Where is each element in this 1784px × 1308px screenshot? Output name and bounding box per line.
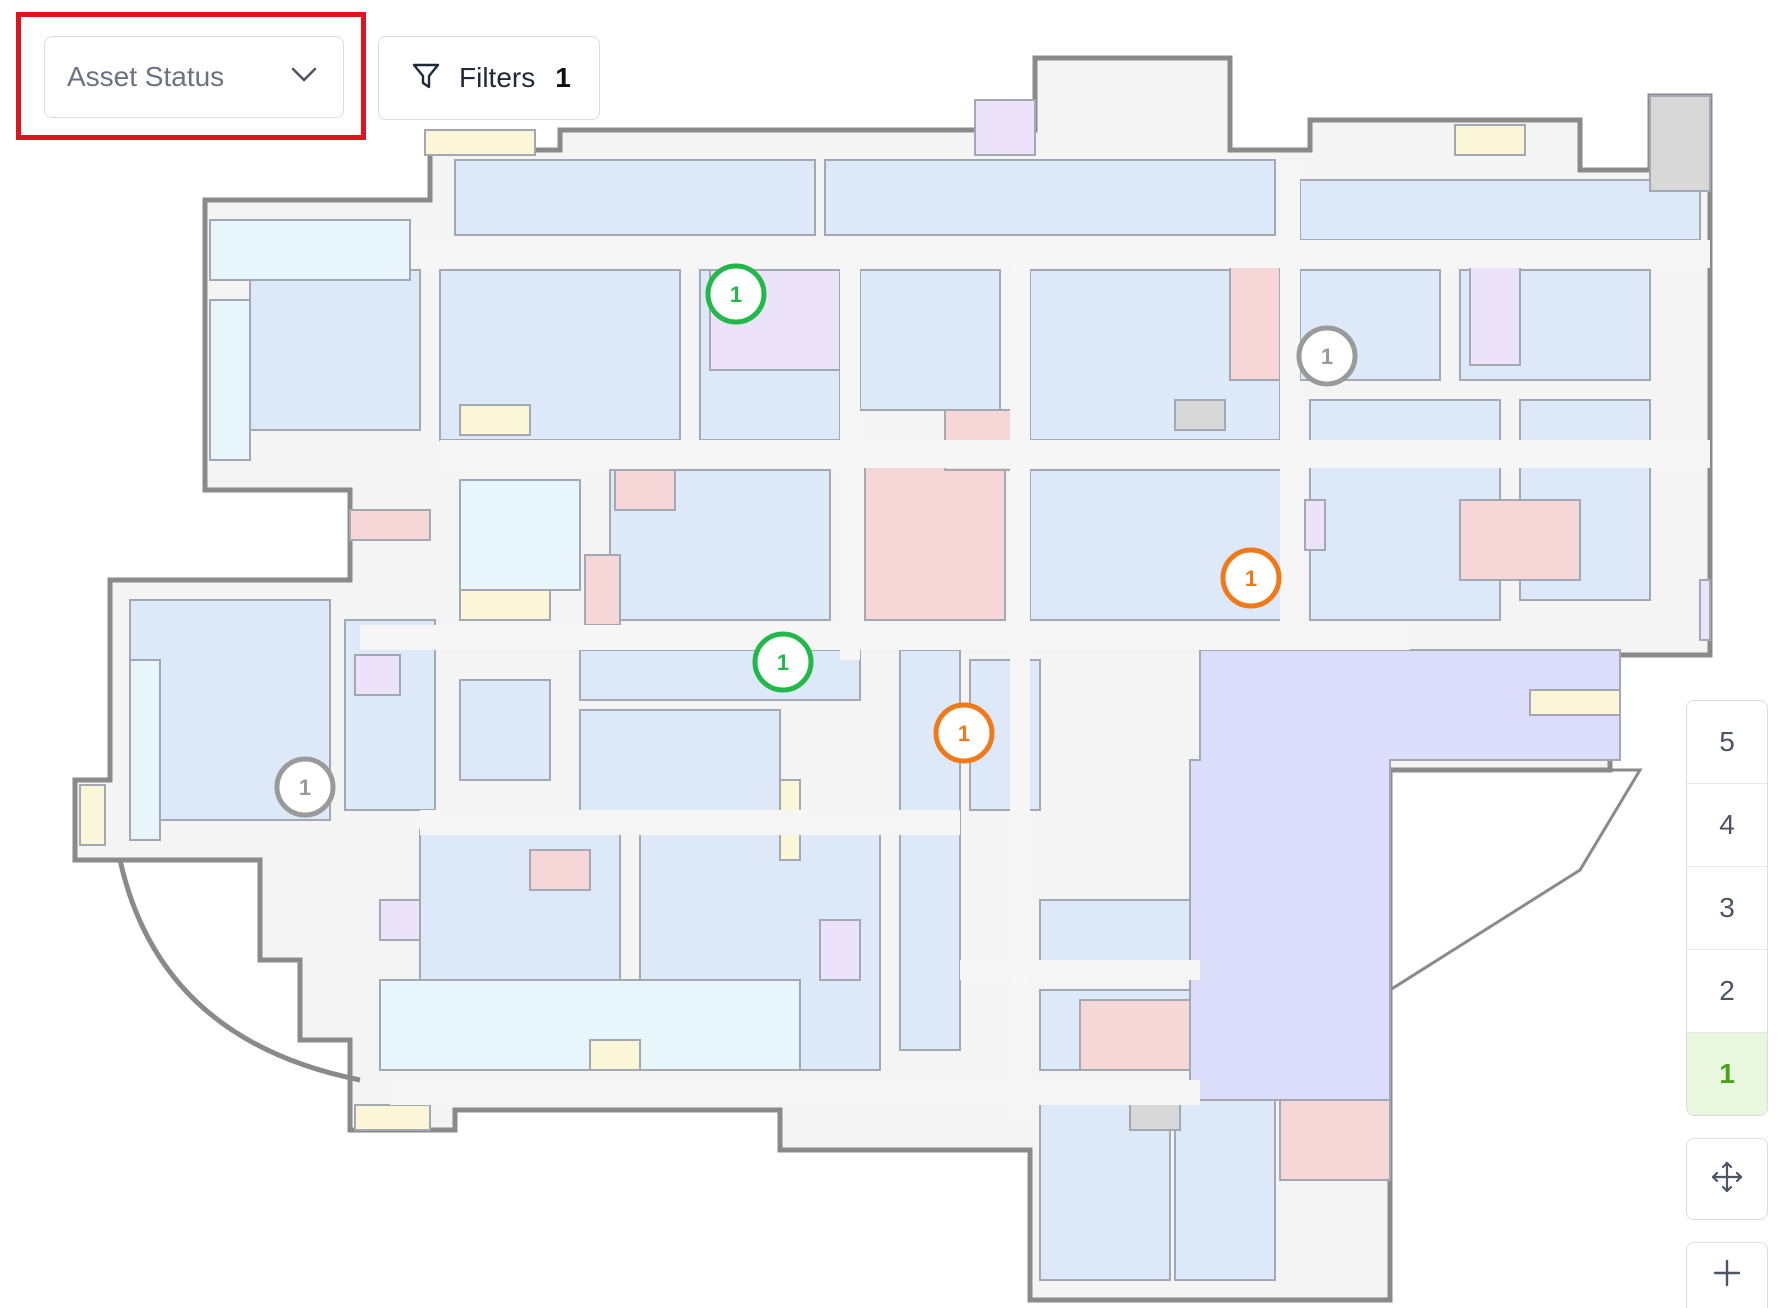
status-marker[interactable]: 1 xyxy=(274,756,336,818)
status-marker[interactable]: 1 xyxy=(933,702,995,764)
asset-status-label: Asset Status xyxy=(67,61,225,92)
status-marker[interactable]: 1 xyxy=(1220,547,1282,609)
status-marker[interactable]: 1 xyxy=(752,631,814,693)
atrium-lavender xyxy=(1189,649,1621,1101)
marker-count: 1 xyxy=(299,775,311,800)
filter-funnel-icon xyxy=(411,61,441,96)
pan-button[interactable] xyxy=(1686,1138,1768,1220)
marker-count: 1 xyxy=(958,721,970,746)
marker-count: 1 xyxy=(1321,344,1333,369)
status-marker[interactable]: 1 xyxy=(705,263,767,325)
floor-plan-map[interactable]: 1 1 1 1 1 1 xyxy=(0,0,1784,1308)
filters-label: Filters xyxy=(459,62,536,93)
marker-count: 1 xyxy=(730,282,742,307)
floor-button-5[interactable]: 5 xyxy=(1687,701,1767,784)
filters-count: 1 xyxy=(555,62,571,93)
filters-button[interactable]: Filters 1 xyxy=(378,36,600,120)
plus-icon xyxy=(1712,1258,1742,1293)
asset-status-dropdown[interactable]: Asset Status xyxy=(44,36,344,118)
move-arrows-icon xyxy=(1710,1160,1744,1199)
zoom-in-button[interactable] xyxy=(1686,1242,1768,1308)
marker-count: 1 xyxy=(1245,566,1257,591)
marker-count: 1 xyxy=(777,650,789,675)
floor-button-4[interactable]: 4 xyxy=(1687,784,1767,867)
status-marker[interactable]: 1 xyxy=(1296,325,1358,387)
floor-button-3[interactable]: 3 xyxy=(1687,867,1767,950)
floor-selector: 5 4 3 2 1 xyxy=(1686,700,1768,1116)
chevron-down-icon xyxy=(291,67,317,88)
floor-button-2[interactable]: 2 xyxy=(1687,950,1767,1033)
east-entrance-line xyxy=(1389,768,1643,992)
floor-button-1[interactable]: 1 xyxy=(1687,1033,1767,1115)
